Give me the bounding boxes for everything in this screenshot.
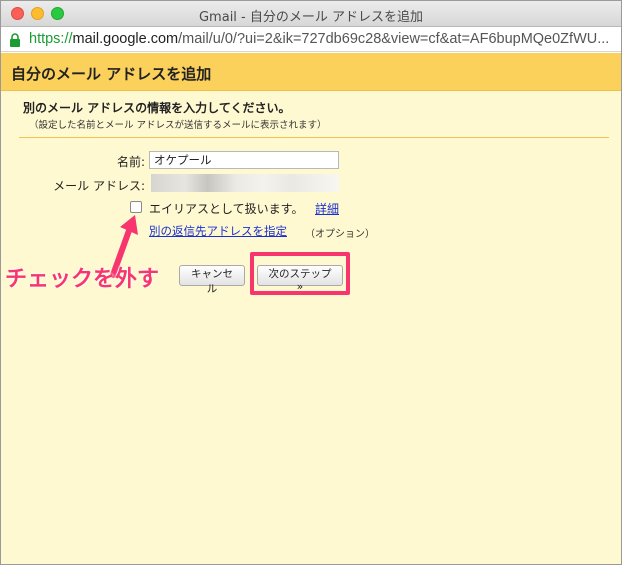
intro-subtext: （設定した名前とメール アドレスが送信するメールに表示されます） bbox=[29, 120, 327, 131]
cancel-button[interactable]: キャンセル bbox=[179, 265, 245, 295]
title-bar: Gmail - 自分のメール アドレスを追加 bbox=[1, 1, 621, 27]
email-input-redacted[interactable] bbox=[151, 174, 339, 192]
lock-icon bbox=[10, 33, 20, 47]
alias-label: エイリアスとして扱います。 bbox=[149, 202, 304, 216]
dialog-content: 自分のメール アドレスを追加 別のメール アドレスの情報を入力してください。 （… bbox=[1, 53, 621, 564]
reply-to-link[interactable]: 別の返信先アドレスを指定 bbox=[149, 223, 287, 239]
dialog-title: 自分のメール アドレスを追加 bbox=[11, 65, 212, 83]
intro-text: 別のメール アドレスの情報を入力してください。 bbox=[23, 101, 291, 115]
url-text[interactable]: https://mail.google.com/mail/u/0/?ui=2&i… bbox=[29, 31, 609, 47]
highlight-box bbox=[250, 252, 350, 295]
divider bbox=[19, 137, 609, 138]
window-title: Gmail - 自分のメール アドレスを追加 bbox=[198, 10, 423, 25]
detail-link[interactable]: 詳細 bbox=[315, 200, 339, 217]
url-protocol: https:// bbox=[29, 31, 73, 47]
name-input[interactable] bbox=[149, 151, 339, 169]
name-label: 名前: bbox=[116, 155, 145, 169]
email-label: メール アドレス: bbox=[53, 179, 145, 193]
url-host: mail.google.com bbox=[72, 31, 179, 47]
browser-window: Gmail - 自分のメール アドレスを追加 https://mail.goog… bbox=[0, 0, 622, 565]
alias-checkbox[interactable] bbox=[130, 201, 142, 213]
option-note: （オプション） bbox=[305, 229, 375, 240]
dialog-header: 自分のメール アドレスを追加 bbox=[1, 53, 621, 91]
annotation-text: チェックを外す bbox=[5, 267, 160, 292]
url-path: /mail/u/0/?ui=2&ik=727db69c28&view=cf&at… bbox=[178, 31, 610, 47]
address-bar[interactable]: https://mail.google.com/mail/u/0/?ui=2&i… bbox=[1, 28, 621, 52]
